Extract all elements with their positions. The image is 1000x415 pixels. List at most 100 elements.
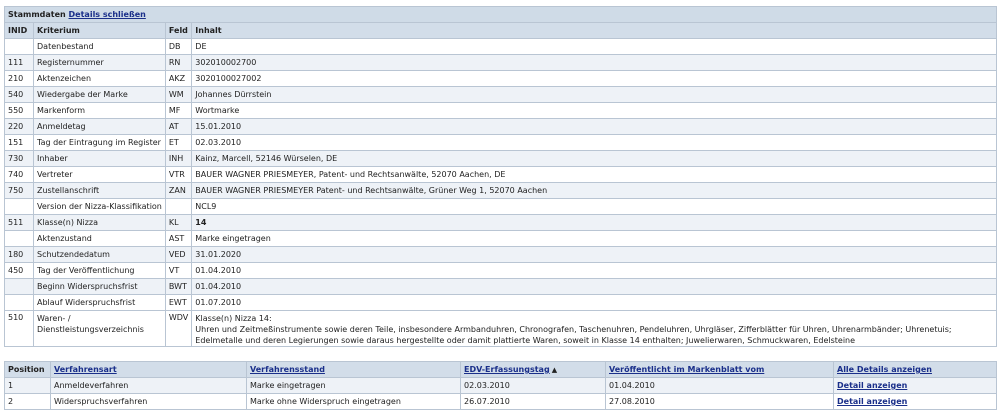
wdv-inhalt-line1: Klasse(n) Nizza 14:	[195, 314, 272, 323]
cell-kriterium: Aktenzustand	[33, 230, 166, 247]
table-row: 1 Anmeldeverfahren Marke eingetragen 02.03.…	[4, 377, 997, 394]
wdv-inhalt-line2: Uhren und Zeitmeßinstrumente sowie deren…	[195, 325, 952, 345]
cell-inid	[4, 38, 34, 55]
col-header-alle-details: Alle Details anzeigen	[833, 361, 997, 378]
cell-kriterium: Registernummer	[33, 54, 166, 71]
cell-inid	[4, 230, 34, 247]
detail-anzeigen-link[interactable]: Detail anzeigen	[837, 381, 907, 390]
cell-veroeffentlicht: 27.08.2010	[605, 393, 834, 410]
cell-feld: MF	[164, 102, 193, 119]
cell-edv-erfassungstag: 26.07.2010	[460, 393, 606, 410]
table-row: 550 Markenform MF Wortmarke	[4, 102, 997, 119]
table-row: 151 Tag der Eintragung im Register ET 02.03…	[4, 134, 997, 151]
cell-inhalt: 31.01.2020	[191, 246, 997, 263]
cell-kriterium: Markenform	[33, 102, 166, 119]
cell-feld: AKZ	[164, 70, 193, 87]
stammdaten-table: Stammdaten Details schließen INID Kriter…	[4, 6, 997, 347]
cell-inid	[4, 198, 34, 215]
cell-verfahrensstand: Marke ohne Widerspruch eingetragen	[246, 393, 461, 410]
cell-feld: ET	[164, 134, 193, 151]
sort-verfahrensstand-link[interactable]: Verfahrensstand	[250, 365, 325, 374]
cell-kriterium: Beginn Widerspruchsfrist	[33, 278, 166, 295]
verfahren-body: 1 Anmeldeverfahren Marke eingetragen 02.03.…	[4, 377, 997, 410]
detail-anzeigen-link[interactable]: Detail anzeigen	[837, 397, 907, 406]
cell-kriterium: Zustellanschrift	[33, 182, 166, 199]
table-row: 730 Inhaber INH Kainz, Marcell, 52146 Würse…	[4, 150, 997, 167]
cell-inhalt: Marke eingetragen	[191, 230, 997, 247]
cell-inhalt: Kainz, Marcell, 52146 Würselen, DE	[191, 150, 997, 167]
details-schliessen-link[interactable]: Details schließen	[69, 10, 146, 19]
cell-inid: 740	[4, 166, 34, 183]
wdv-kriterium-line2: Dienstleistungsverzeichnis	[37, 325, 144, 334]
wdv-kriterium-line1: Waren- /	[37, 314, 71, 323]
table-row: Ablauf Widerspruchsfrist EWT 01.07.2010	[4, 294, 997, 311]
stammdaten-title-cell: Stammdaten Details schließen	[4, 6, 997, 23]
cell-inid: 750	[4, 182, 34, 199]
cell-kriterium: Tag der Veröffentlichung	[33, 262, 166, 279]
col-header-kriterium: Kriterium	[33, 22, 166, 39]
col-header-feld: Feld	[164, 22, 193, 39]
cell-kriterium: Tag der Eintragung im Register	[33, 134, 166, 151]
cell-kriterium: Inhaber	[33, 150, 166, 167]
table-row: 180 Schutzendedatum VED 31.01.2020	[4, 246, 997, 263]
sort-verfahrensart-link[interactable]: Verfahrensart	[54, 365, 117, 374]
table-row: 220 Anmeldetag AT 15.01.2010	[4, 118, 997, 135]
cell-feld: WM	[164, 86, 193, 103]
col-header-inid: INID	[4, 22, 34, 39]
col-header-verfahrensstand: Verfahrensstand	[246, 361, 461, 378]
cell-inid: 450	[4, 262, 34, 279]
cell-inhalt: BAUER WAGNER PRIESMEYER Patent- und Rech…	[191, 182, 997, 199]
stammdaten-body: Datenbestand DB DE 111 Registernummer RN 30201…	[4, 38, 997, 311]
cell-inid: 111	[4, 54, 34, 71]
cell-feld: KL	[164, 214, 193, 231]
cell-inid: 540	[4, 86, 34, 103]
cell-inid: 550	[4, 102, 34, 119]
cell-inhalt: BAUER WAGNER PRIESMEYER, Patent- und Rec…	[191, 166, 997, 183]
cell-inid: 151	[4, 134, 34, 151]
cell-inhalt: 302010002700	[191, 54, 997, 71]
table-row: Datenbestand DB DE	[4, 38, 997, 55]
cell-inhalt: 14	[191, 214, 997, 231]
sort-veroeffentlicht-link[interactable]: Veröffentlicht im Markenblatt vom	[609, 365, 764, 374]
table-row: 210 Aktenzeichen AKZ 3020100027002	[4, 70, 997, 87]
cell-position: 2	[4, 393, 51, 410]
table-row: 740 Vertreter VTR BAUER WAGNER PRIESMEYER, …	[4, 166, 997, 183]
cell-feld: VED	[164, 246, 193, 263]
cell-inhalt: 3020100027002	[191, 70, 997, 87]
alle-details-anzeigen-link[interactable]: Alle Details anzeigen	[837, 365, 932, 374]
col-header-position: Position	[4, 361, 51, 378]
col-header-veroeffentlicht: Veröffentlicht im Markenblatt vom	[605, 361, 834, 378]
cell-feld: VTR	[164, 166, 193, 183]
cell-inhalt: 01.04.2010	[191, 262, 997, 279]
cell-edv-erfassungstag: 02.03.2010	[460, 377, 606, 394]
verfahren-header-row: Position Verfahrensart Verfahrensstand E…	[4, 361, 997, 378]
cell-kriterium: Klasse(n) Nizza	[33, 214, 166, 231]
table-row: 450 Tag der Veröffentlichung VT 01.04.2010	[4, 262, 997, 279]
cell-inid: 510	[4, 310, 34, 347]
cell-kriterium: Vertreter	[33, 166, 166, 183]
cell-inid	[4, 278, 34, 295]
cell-feld: VT	[164, 262, 193, 279]
cell-kriterium: Ablauf Widerspruchsfrist	[33, 294, 166, 311]
cell-verfahrensart: Widerspruchsverfahren	[50, 393, 247, 410]
col-header-edv-erfassungstag: EDV-Erfassungstag ▲	[460, 361, 606, 378]
sort-edv-erfassungstag-link[interactable]: EDV-Erfassungstag	[464, 365, 550, 374]
cell-inhalt: Johannes Dürrstein	[191, 86, 997, 103]
table-row: Aktenzustand AST Marke eingetragen	[4, 230, 997, 247]
table-row: 111 Registernummer RN 302010002700	[4, 54, 997, 71]
cell-feld: BWT	[164, 278, 193, 295]
cell-feld: AT	[164, 118, 193, 135]
cell-inhalt: 15.01.2010	[191, 118, 997, 135]
col-header-inhalt: Inhalt	[191, 22, 997, 39]
cell-inhalt: 02.03.2010	[191, 134, 997, 151]
cell-inhalt: 01.04.2010	[191, 278, 997, 295]
sort-ascending-icon: ▲	[551, 366, 558, 374]
col-header-verfahrensart: Verfahrensart	[50, 361, 247, 378]
cell-inhalt: 01.07.2010	[191, 294, 997, 311]
table-row: 750 Zustellanschrift ZAN BAUER WAGNER PRIES…	[4, 182, 997, 199]
table-row: 540 Wiedergabe der Marke WM Johannes Dürrst…	[4, 86, 997, 103]
cell-inid: 220	[4, 118, 34, 135]
table-row-wdv: 510 Waren- / Dienstleistungsverzeichnis …	[4, 310, 997, 347]
cell-kriterium: Aktenzeichen	[33, 70, 166, 87]
table-row: 2 Widerspruchsverfahren Marke ohne Widersp…	[4, 393, 997, 410]
